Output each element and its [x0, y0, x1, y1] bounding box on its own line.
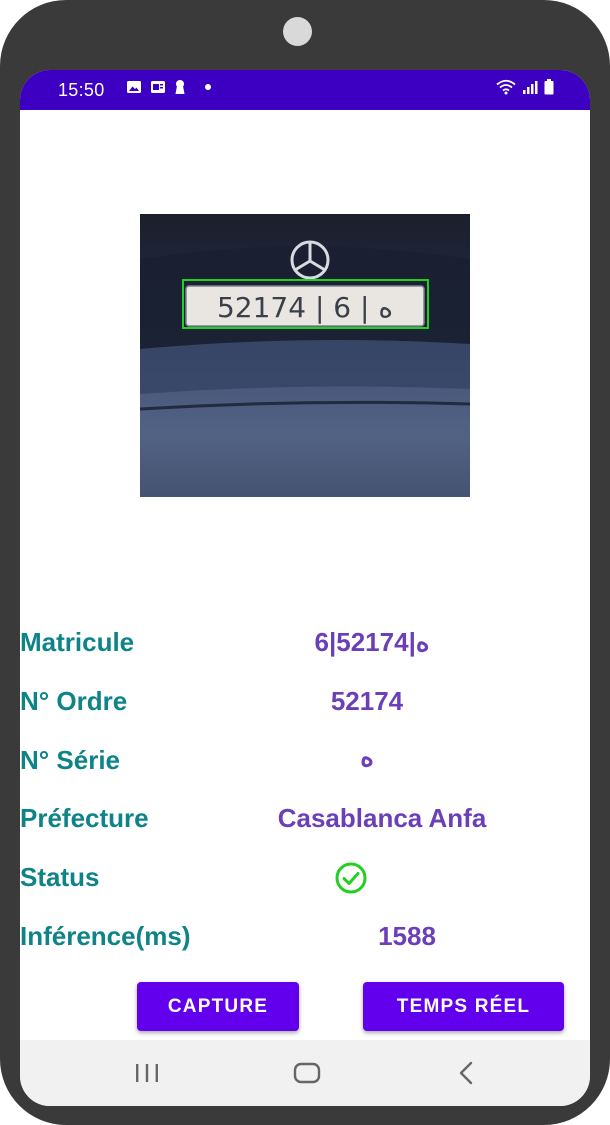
label-numero-ordre: N° Ordre: [20, 686, 128, 716]
label-numero-serie: N° Série: [20, 745, 121, 775]
captured-plate-image: 52174 | ه | 6: [140, 214, 470, 497]
system-icons: [496, 79, 554, 95]
value-numero-serie: ه: [360, 742, 374, 772]
check-circle-icon: [335, 862, 367, 894]
battery-icon: [544, 79, 554, 95]
capture-button[interactable]: CAPTURE: [137, 982, 299, 1031]
notification-icons: [120, 79, 216, 95]
value-inference: 1588: [378, 921, 436, 951]
recent-apps-icon[interactable]: [132, 1063, 162, 1083]
label-inference: Inférence(ms): [20, 921, 191, 951]
dot-icon: [205, 84, 211, 90]
value-prefecture: Casablanca Anfa: [277, 803, 487, 833]
signal-icon: [523, 81, 538, 94]
home-icon[interactable]: [292, 1062, 322, 1084]
wifi-icon: [496, 79, 516, 95]
phone-frame: 15:50 52174 | ه | 6 Matricule 6|ه|52174 …: [0, 0, 610, 1125]
status-bar: 15:50: [20, 70, 590, 110]
plate-text: 52174 | ه | 6: [217, 291, 393, 324]
label-prefecture: Préfecture: [20, 803, 149, 833]
label-status: Status: [20, 862, 100, 892]
license-plate: 52174 | ه | 6: [185, 285, 425, 327]
card-icon: [151, 81, 165, 93]
front-camera: [283, 17, 312, 46]
image-icon: [127, 81, 141, 93]
navigation-bar: [20, 1040, 590, 1106]
app-screen: 15:50 52174 | ه | 6 Matricule 6|ه|52174 …: [20, 70, 590, 1106]
back-icon[interactable]: [456, 1061, 476, 1085]
value-matricule: 6|ه|52174: [314, 627, 430, 657]
keyhole-icon: [175, 80, 185, 94]
value-numero-ordre: 52174: [330, 686, 404, 716]
label-matricule: Matricule: [20, 627, 135, 657]
realtime-button[interactable]: TEMPS RÉEL: [363, 982, 564, 1031]
status-time: 15:50: [58, 80, 105, 100]
